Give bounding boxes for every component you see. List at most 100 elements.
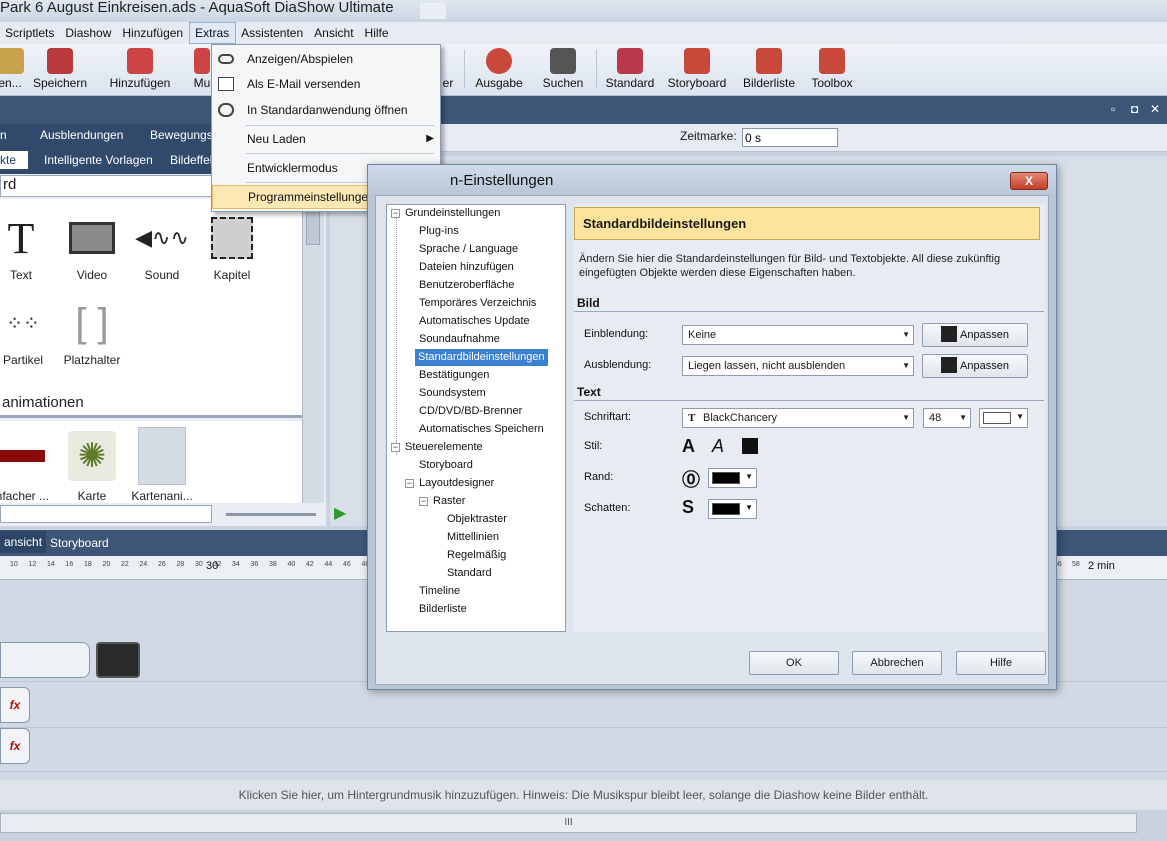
tree-speichern[interactable]: Automatisches Speichern xyxy=(419,421,544,438)
output-button[interactable]: Ausgabe xyxy=(472,48,526,94)
text-color-picker[interactable]: ▼ xyxy=(979,408,1028,428)
animation-kartenani[interactable]: Kartenani... xyxy=(127,427,197,503)
tree-temp[interactable]: Temporäres Verzeichnis xyxy=(419,295,536,312)
menu-hinzufuegen[interactable]: Hinzufügen xyxy=(117,22,189,44)
image-track-button[interactable] xyxy=(0,642,90,678)
player-button[interactable]: er xyxy=(440,48,456,94)
hscroll-thumb[interactable]: III xyxy=(0,813,1137,833)
tree-soundsystem[interactable]: Soundsystem xyxy=(419,385,486,402)
tree-layoutdesigner[interactable]: Layoutdesigner xyxy=(419,475,494,492)
open-button[interactable]: en... xyxy=(0,48,24,94)
shadow-color-picker[interactable]: ▼ xyxy=(708,499,757,519)
ok-button[interactable]: OK xyxy=(749,651,839,675)
tab-bewegung[interactable]: Bewegungsp xyxy=(150,128,219,142)
tab-bildeffekte[interactable]: Bildeffek xyxy=(170,153,216,167)
tab-objekte[interactable]: kte xyxy=(0,151,29,169)
layout-bilderliste-button[interactable]: Bilderliste xyxy=(740,48,798,94)
tree-mittellinien[interactable]: Mittellinien xyxy=(447,529,499,546)
outline-icon[interactable]: ⓪ xyxy=(682,466,700,492)
object-sound[interactable]: ◀∿∿ Sound xyxy=(127,214,197,282)
music-button[interactable]: Mu xyxy=(192,48,212,94)
timeline-hscroll[interactable]: III xyxy=(0,810,1167,841)
play-icon[interactable]: ▶ xyxy=(334,503,348,522)
save-button[interactable]: Speichern xyxy=(30,48,90,94)
tree-plugins[interactable]: Plug-ins xyxy=(419,223,459,240)
tab-intelligente-vorlagen[interactable]: Intelligente Vorlagen xyxy=(44,153,153,167)
menu-hilfe[interactable]: Hilfe xyxy=(360,22,395,44)
cancel-button[interactable]: Abbrechen xyxy=(852,651,942,675)
tree-steuerelemente[interactable]: Steuerelemente xyxy=(405,439,483,456)
menu-scriptlets[interactable]: Scriptlets xyxy=(0,22,60,44)
tab-ausblendungen[interactable]: Ausblendungen xyxy=(40,128,123,142)
tree-regelmaessig[interactable]: Regelmäßig xyxy=(447,547,506,564)
ausblendung-select[interactable]: Liegen lassen, nicht ausblenden ▼ xyxy=(682,356,914,376)
einblendung-anpassen-button[interactable]: Anpassen xyxy=(922,323,1028,347)
tree-timeline[interactable]: Timeline xyxy=(419,583,460,600)
zoom-slider[interactable] xyxy=(226,513,316,516)
menu-assistenten[interactable]: Assistenten xyxy=(236,22,309,44)
close-icon[interactable]: ✕ xyxy=(1150,102,1160,116)
tab-partial[interactable]: n xyxy=(0,128,7,142)
schriftart-select[interactable]: T BlackChancery ▼ xyxy=(682,408,914,428)
object-platzhalter[interactable]: [ ] Platzhalter xyxy=(57,299,127,368)
tab-zeitleistenansicht[interactable]: ansicht xyxy=(0,531,47,553)
float-icon[interactable]: ◘ xyxy=(1131,102,1138,116)
add-button[interactable]: Hinzufügen xyxy=(106,48,174,94)
shadow-icon[interactable]: S xyxy=(682,497,694,518)
tree-grundeinstellungen[interactable]: Grundeinstellungen xyxy=(405,205,500,222)
font-size-select[interactable]: 48 ▼ xyxy=(923,408,971,428)
tree-objektraster[interactable]: Objektraster xyxy=(447,511,507,528)
truetype-icon: T xyxy=(688,412,696,424)
object-partikel[interactable]: ⁘⁘ Partikel xyxy=(0,299,58,368)
search-button[interactable]: Suchen xyxy=(540,48,586,94)
italic-icon[interactable]: A xyxy=(712,436,724,457)
menu-extras[interactable]: Extras xyxy=(189,22,237,44)
einblendung-select[interactable]: Keine ▼ xyxy=(682,325,914,345)
background-icon[interactable] xyxy=(742,438,758,454)
tree-expander[interactable]: − xyxy=(405,479,414,488)
tree-expander[interactable]: − xyxy=(419,497,428,506)
bold-icon[interactable]: A xyxy=(682,436,695,457)
tree-expander[interactable]: − xyxy=(391,443,400,452)
menu-anzeigen-abspielen[interactable]: Anzeigen/Abspielen xyxy=(212,47,440,71)
tree-expander[interactable]: − xyxy=(391,209,400,218)
object-text[interactable]: T Text xyxy=(0,214,56,283)
tree-standardbild[interactable]: Standardbildeinstellungen xyxy=(415,349,548,366)
object-kapitel[interactable]: Kapitel xyxy=(197,214,267,282)
tree-standard[interactable]: Standard xyxy=(447,565,492,582)
fx-icon[interactable]: fx xyxy=(0,728,30,764)
tree-sprache[interactable]: Sprache / Language xyxy=(419,241,518,258)
tree-soundaufnahme[interactable]: Soundaufnahme xyxy=(419,331,500,348)
tree-bestaetigungen[interactable]: Bestätigungen xyxy=(419,367,489,384)
animation-einfacher[interactable]: infacher ... xyxy=(0,429,56,503)
help-button[interactable]: Hilfe xyxy=(956,651,1046,675)
toolbox-scrollbar[interactable] xyxy=(302,175,324,503)
tree-benutzeroberflaeche[interactable]: Benutzeroberfläche xyxy=(419,277,514,294)
zeitmarke-input[interactable] xyxy=(742,128,838,147)
dialog-close-button[interactable]: X xyxy=(1010,172,1048,190)
tree-brenner[interactable]: CD/DVD/BD-Brenner xyxy=(419,403,522,420)
toolbox-filter-input[interactable] xyxy=(0,505,212,523)
tree-dateien[interactable]: Dateien hinzufügen xyxy=(419,259,514,276)
tree-update[interactable]: Automatisches Update xyxy=(419,313,530,330)
tree-bilderliste[interactable]: Bilderliste xyxy=(419,601,467,618)
music-track[interactable]: Klicken Sie hier, um Hintergrundmusik hi… xyxy=(0,780,1167,810)
layout-standard-button[interactable]: Standard xyxy=(602,48,658,94)
fx-icon[interactable]: fx xyxy=(0,687,30,723)
minimize-icon[interactable]: ▫ xyxy=(1111,102,1115,116)
ausblendung-anpassen-button[interactable]: Anpassen xyxy=(922,354,1028,378)
tab-storyboard[interactable]: Storyboard xyxy=(50,536,109,550)
menu-neu-laden[interactable]: Neu Laden ▶ xyxy=(212,127,440,151)
animation-karte[interactable]: ✺ Karte xyxy=(57,429,127,503)
menu-email[interactable]: Als E-Mail versenden xyxy=(212,72,440,96)
object-video[interactable]: Video xyxy=(57,214,127,282)
menu-standardanwendung[interactable]: In Standardanwendung öffnen xyxy=(212,98,440,122)
image-thumbnail[interactable] xyxy=(96,642,140,678)
tree-storyboard[interactable]: Storyboard xyxy=(419,457,473,474)
menu-ansicht[interactable]: Ansicht xyxy=(309,22,359,44)
layout-storyboard-button[interactable]: Storyboard xyxy=(666,48,728,94)
menu-diashow[interactable]: Diashow xyxy=(60,22,117,44)
border-color-picker[interactable]: ▼ xyxy=(708,468,757,488)
layout-toolbox-button[interactable]: Toolbox xyxy=(808,48,856,94)
tree-raster[interactable]: Raster xyxy=(433,493,465,510)
